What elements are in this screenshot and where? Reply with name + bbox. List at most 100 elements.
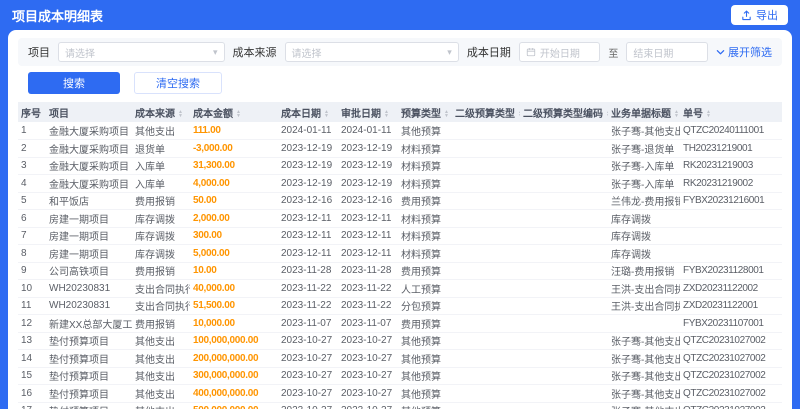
table-cell: RK20231219002 [680,174,782,193]
table-cell: 8 [18,244,46,263]
table-cell: 材料预算 [398,209,452,228]
table-cell [608,314,680,333]
table-cell: 材料预算 [398,227,452,245]
export-icon [741,10,752,21]
table-cell: TH20231219001 [680,139,782,158]
table-cell: 2023-12-11 [278,209,338,228]
table-cell: 房建一期项目 [46,209,132,228]
column-header[interactable]: 成本来源 ▲ ▼ [132,102,190,122]
date-start-placeholder: 开始日期 [539,48,580,60]
sort-icon[interactable]: ▲▼ [518,109,520,118]
table-cell [520,227,608,245]
search-button[interactable]: 搜索 [28,72,120,94]
sort-icon[interactable]: ▲▼ [674,109,679,118]
table-cell: 费用预算 [398,262,452,280]
sort-icon[interactable]: ▲▼ [384,109,389,118]
table-cell [452,367,520,385]
table-cell [520,384,608,403]
sort-icon[interactable]: ▲▼ [444,109,449,118]
table-cell [520,244,608,263]
table-cell: 金融大厦采购项目 [46,157,132,175]
column-header[interactable]: 二级预算类型编码▲▼ [520,102,608,122]
table-row[interactable]: 14 垫付预算项目 其他支出 200,000,000.00 2023-10-27 2023… [18,349,782,368]
table-cell: 人工预算 [398,279,452,298]
table-cell: FYBX20231216001 [680,192,782,210]
table-row[interactable]: 1 金融大厦采购项目 其他支出 111.00 2024-01-11 2024-01-11 其… [18,122,782,140]
table-cell: 入库单 [132,174,190,193]
table-row[interactable]: 7 房建一期项目 库存调拨 300.00 2023-12-11 2023-12-11 材料预… [18,227,782,245]
table-row[interactable]: 4 金融大厦采购项目 入库单 4,000.00 2023-12-19 2023-12-19… [18,174,782,193]
table-cell: 11 [18,297,46,315]
table-cell: 兰伟龙-费用报销 [608,192,680,210]
table-cell: 库存调拨 [132,227,190,245]
table-row[interactable]: 16 垫付预算项目 其他支出 400,000,000.00 2023-10-27 2023… [18,384,782,403]
table-cell: 40,000.00 [190,279,278,298]
table-cell [452,209,520,228]
table-cell: 费用预算 [398,192,452,210]
table-cell: 退货单 [132,139,190,158]
table-cell: 张子骞-入库单 [608,174,680,193]
table-row[interactable]: 17垫付预算项目其他支出500,000,000.002023-10-272023… [18,402,782,409]
table-cell: 其他支出 [132,332,190,350]
sort-icon[interactable]: ▲▼ [706,109,711,118]
sort-icon[interactable]: ▲▼ [606,109,608,118]
expand-filter-link[interactable]: 展开筛选 [716,44,772,60]
table-cell: WH20230831 [46,297,132,315]
table-row[interactable]: 8 房建一期项目 库存调拨 5,000.00 2023-12-11 2023-12-11 材… [18,244,782,263]
table-cell [520,174,608,193]
table-cell: 31,300.00 [190,157,278,175]
table-cell [520,262,608,280]
column-header[interactable]: 业务单据标题 ▲ ▼ [608,102,680,122]
table-cell: 300.00 [190,227,278,245]
sort-icon[interactable]: ▲▼ [178,109,183,118]
table-row[interactable]: 10 WH20230831 支出合同执行 40,000.00 2023-11-22 202… [18,279,782,298]
column-header[interactable]: 单号 ▲ ▼ [680,102,782,122]
table-cell: 其他预算 [398,332,452,350]
table-row[interactable]: 6 房建一期项目 库存调拨 2,000.00 2023-12-11 2023-12-11 材… [18,209,782,228]
column-header[interactable]: 预算类型 ▲ ▼ [398,102,452,122]
source-select[interactable]: 请选择 ▾ [284,42,459,62]
cost-detail-table: 序号 项目 成本来源 ▲ ▼ 成本金额 ▲ ▼ 成本日期 ▲ ▼ 审批日期 ▲ ▼ 预算类型 ▲ ▼ 二级预算类型… [18,102,782,409]
table-cell: 张子骞-其他支出 [608,122,680,140]
table-cell: 2023-10-27 [278,384,338,403]
table-row[interactable]: 11 WH20230831 支出合同执行 51,500.00 2023-11-22 202… [18,297,782,315]
table-row[interactable]: 3 金融大厦采购项目 入库单 31,300.00 2023-12-19 2023-12-1… [18,157,782,175]
column-header[interactable]: 成本日期 ▲ ▼ [278,102,338,122]
project-select-placeholder: 请选择 [65,48,95,60]
table-row[interactable]: 15 垫付预算项目 其他支出 300,000,000.00 2023-10-27 2023… [18,367,782,385]
table-cell: QTZC20231027002 [680,384,782,403]
table-cell: 2023-12-11 [278,244,338,263]
table-cell: 9 [18,262,46,280]
date-end-input[interactable]: 结束日期 [626,42,709,62]
export-button[interactable]: 导出 [731,5,788,25]
sort-icon[interactable]: ▲▼ [236,109,241,118]
table-cell: 垫付预算项目 [46,384,132,403]
clear-search-button[interactable]: 清空搜索 [134,72,222,94]
column-header[interactable]: 成本金额 ▲ ▼ [190,102,278,122]
table-cell: 金融大厦采购项目 [46,174,132,193]
column-header[interactable]: 二级预算类型▲▼ [452,102,520,122]
table-cell: 51,500.00 [190,297,278,315]
table-row[interactable]: 2 金融大厦采购项目 退货单 -3,000.00 2023-12-19 2023-12-1… [18,139,782,158]
table-cell: 张子骞-其他支出 [608,384,680,403]
table-row[interactable]: 13 垫付预算项目 其他支出 100,000,000.00 2023-10-27 2023… [18,332,782,350]
table-cell: 50.00 [190,192,278,210]
table-row[interactable]: 5 和平饭店 费用报销 50.00 2023-12-16 2023-12-16 费用预算 兰伟… [18,192,782,210]
sort-icon[interactable]: ▲▼ [324,109,329,118]
table-cell [520,279,608,298]
project-select[interactable]: 请选择 ▾ [58,42,225,62]
column-header[interactable]: 审批日期 ▲ ▼ [338,102,398,122]
table-cell: 费用报销 [132,314,190,333]
table-cell [452,244,520,263]
table-cell: 400,000,000.00 [190,384,278,403]
table-cell [452,349,520,368]
table-cell: 费用报销 [132,192,190,210]
page-title: 项目成本明细表 [12,8,104,24]
table-row[interactable]: 12新建XX总部大厦工程二期费用报销10,000.002023-11-07202… [18,314,782,333]
table-cell: 300,000,000.00 [190,367,278,385]
date-start-input[interactable]: 开始日期 [518,42,601,62]
table-cell: 分包预算 [398,297,452,315]
table-row[interactable]: 9 公司高铁项目 费用报销 10.00 2023-11-28 2023-11-28 费用预算… [18,262,782,280]
table-cell: 其他预算 [398,122,452,140]
table-cell: 房建一期项目 [46,244,132,263]
